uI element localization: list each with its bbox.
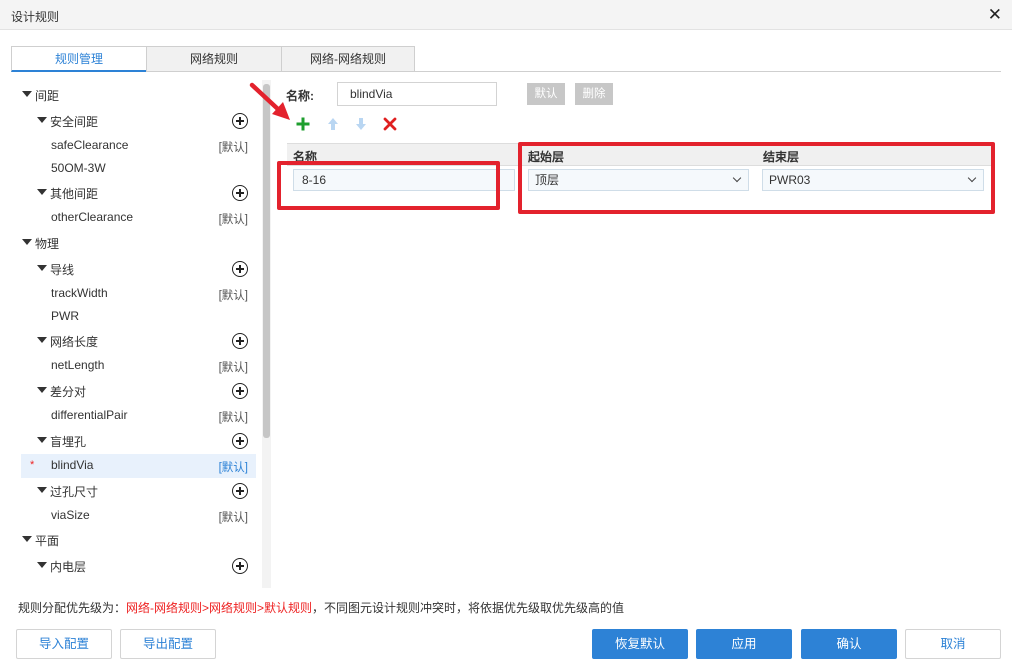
tree-leaf-safeclearance[interactable]: safeClearance [默认] [11,134,256,158]
move-up-icon[interactable] [325,116,341,132]
add-rule-icon[interactable] [232,333,248,349]
tree-leaf-blindvia[interactable]: * blindVia [默认] [21,454,256,478]
tree-label: netLength [51,358,105,372]
tree-node-plane[interactable]: 平面 [11,528,256,552]
delete-row-icon[interactable] [382,116,398,132]
tree-label: 内电层 [50,560,87,574]
tree-leaf-netlength[interactable]: netLength [默认] [11,354,256,378]
default-tag: [默认] [218,412,248,424]
default-tag: [默认] [218,214,248,226]
dialog-titlebar: 设计规则 ✕ [0,0,1012,30]
cancel-button[interactable]: 取消 [905,629,1001,659]
tree-label: 导线 [50,263,75,277]
add-rule-icon[interactable] [232,558,248,574]
tree-node-inner-layer[interactable]: 内电层 [11,554,256,578]
tree-node-via-size[interactable]: 过孔尺寸 [11,479,256,503]
expand-triangle-icon[interactable] [37,337,47,343]
rule-tree: 间距 安全间距 safeClearance [默认] 50OM-3W 其他间距 … [11,80,262,588]
add-rule-icon[interactable] [232,113,248,129]
annotation-arrow-icon [249,82,290,120]
annotation-box-name [277,161,500,210]
add-rule-icon[interactable] [232,261,248,277]
expand-triangle-icon[interactable] [22,91,32,97]
tree-label: 50OM-3W [51,161,106,175]
add-row-icon[interactable] [295,116,311,132]
tree-node-safe-spacing[interactable]: 安全间距 [11,109,256,133]
expand-triangle-icon[interactable] [37,487,47,493]
tree-leaf-otherclearance[interactable]: otherClearance [默认] [11,206,256,230]
tree-label: 网络长度 [50,335,99,349]
tree-scrollbar-thumb[interactable] [263,84,270,438]
tree-leaf-trackwidth[interactable]: trackWidth [默认] [11,282,256,306]
tree-label: viaSize [51,508,90,522]
priority-order: 网络-网络规则>网络规则>默认规则 [126,601,313,615]
expand-triangle-icon[interactable] [37,387,47,393]
tree-label: trackWidth [51,286,108,300]
tab-net-net-rules[interactable]: 网络-网络规则 [281,46,415,72]
priority-suffix: ，不同图元设计规则冲突时，将依据优先级取优先级高的值 [312,601,625,615]
confirm-button[interactable]: 确认 [801,629,897,659]
move-down-icon[interactable] [353,116,369,132]
add-rule-icon[interactable] [232,483,248,499]
add-rule-icon[interactable] [232,383,248,399]
tree-node-spacing[interactable]: 间距 [11,83,256,107]
expand-triangle-icon[interactable] [37,562,47,568]
tree-label: 其他间距 [50,187,99,201]
tree-label: 盲埋孔 [50,435,87,449]
tree-label: safeClearance [51,138,129,152]
tree-leaf-pwr[interactable]: PWR [11,305,256,329]
tree-leaf-50om-3w[interactable]: 50OM-3W [11,157,256,181]
expand-triangle-icon[interactable] [37,265,47,271]
expand-triangle-icon[interactable] [22,536,32,542]
tree-label: blindVia [51,458,94,472]
tree-node-other-spacing[interactable]: 其他间距 [11,181,256,205]
add-rule-icon[interactable] [232,433,248,449]
dialog-title: 设计规则 [11,10,60,24]
default-tag: [默认] [218,142,248,154]
tab-divider [415,71,1001,72]
tree-label: 间距 [35,89,60,103]
close-icon[interactable]: ✕ [988,5,1002,25]
priority-note: 规则分配优先级为：网络-网络规则>网络规则>默认规则，不同图元设计规则冲突时，将… [18,599,624,616]
priority-prefix: 规则分配优先级为： [18,601,127,615]
tree-node-blind-buried-via[interactable]: 盲埋孔 [11,429,256,453]
tree-node-physical[interactable]: 物理 [11,231,256,255]
apply-button[interactable]: 应用 [696,629,792,659]
tab-rule-management[interactable]: 规则管理 [11,46,147,72]
tree-label: 安全间距 [50,115,99,129]
add-rule-icon[interactable] [232,185,248,201]
tree-label: PWR [51,309,79,323]
tree-label: otherClearance [51,210,134,224]
rule-name-input[interactable]: blindVia [337,82,497,106]
default-tag: [默认] [218,462,248,474]
tree-label: 平面 [35,534,60,548]
default-tag: [默认] [218,290,248,302]
tree-label: 过孔尺寸 [50,485,99,499]
annotation-box-layers [518,142,995,214]
expand-triangle-icon[interactable] [37,437,47,443]
modified-marker: * [30,459,35,471]
tab-net-rules[interactable]: 网络规则 [146,46,282,72]
import-config-button[interactable]: 导入配置 [16,629,112,659]
tree-label: differentialPair [51,408,128,422]
tree-label: 差分对 [50,385,87,399]
delete-button[interactable]: 删除 [575,83,613,105]
expand-triangle-icon[interactable] [22,239,32,245]
tree-node-diff-pair[interactable]: 差分对 [11,379,256,403]
tree-node-net-length[interactable]: 网络长度 [11,329,256,353]
export-config-button[interactable]: 导出配置 [120,629,216,659]
expand-triangle-icon[interactable] [37,189,47,195]
tree-leaf-differentialpair[interactable]: differentialPair [默认] [11,404,256,428]
tree-node-track[interactable]: 导线 [11,257,256,281]
restore-default-button[interactable]: 恢复默认 [592,629,688,659]
default-tag: [默认] [218,512,248,524]
default-tag: [默认] [218,362,248,374]
tree-leaf-viasize[interactable]: viaSize [默认] [11,504,256,528]
set-default-button[interactable]: 默认 [527,83,565,105]
expand-triangle-icon[interactable] [37,117,47,123]
tree-label: 物理 [35,237,60,251]
